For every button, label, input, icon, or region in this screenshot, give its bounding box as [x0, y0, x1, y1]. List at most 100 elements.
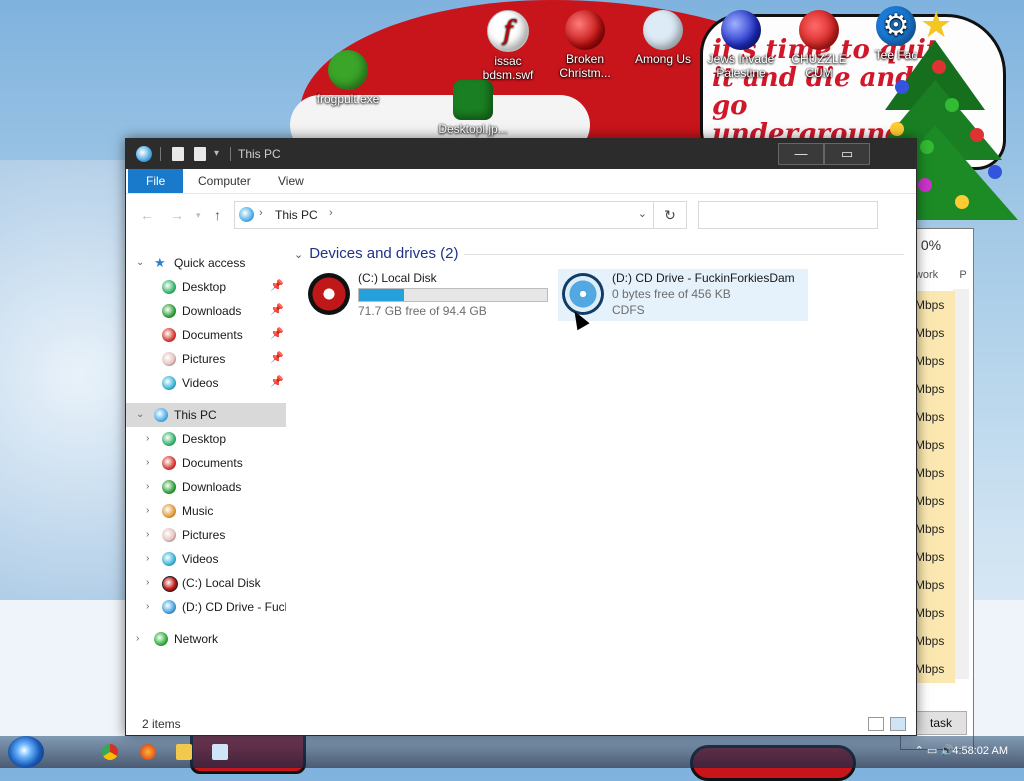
nav-quick-downloads[interactable]: Downloads 📌: [126, 299, 286, 323]
file-explorer-icon[interactable]: [176, 744, 192, 760]
chevron-right-icon[interactable]: ›: [146, 595, 149, 619]
desktop-icon-among-us[interactable]: Among Us: [625, 10, 701, 66]
christmas-tree-icon: [453, 80, 493, 120]
minimize-button[interactable]: —: [778, 143, 824, 165]
address-bar[interactable]: › This PC › ⌄: [234, 201, 654, 229]
chevron-right-icon[interactable]: ›: [146, 499, 149, 523]
nav-quick-pictures[interactable]: Pictures 📌: [126, 347, 286, 371]
nav-pc-videos[interactable]: › Videos: [126, 547, 286, 571]
end-task-button[interactable]: task: [915, 711, 967, 735]
file-explorer-window[interactable]: ▾ This PC — ▭ File Computer View ← → ▾ ↑…: [125, 138, 917, 736]
navigation-bar: ← → ▾ ↑ › This PC › ⌄ ↻: [126, 193, 916, 235]
downloads-icon: [162, 480, 176, 494]
search-input[interactable]: [698, 201, 878, 229]
chrome-icon[interactable]: [102, 744, 118, 760]
network-cell: Mbps: [915, 319, 955, 347]
desktop-icon-jews-invade[interactable]: Jews Invade Palestine: [703, 10, 779, 80]
large-icons-view-button[interactable]: [890, 717, 906, 731]
nav-label: Music: [182, 504, 214, 518]
cd-drive-icon: [162, 600, 176, 614]
system-tray[interactable]: ⌃ ▭ 🔊: [915, 744, 954, 757]
drive-space-text: 71.7 GB free of 94.4 GB: [358, 304, 487, 318]
drive-c-tile[interactable]: (C:) Local Disk 71.7 GB free of 94.4 GB: [304, 269, 554, 321]
properties-icon[interactable]: [172, 147, 184, 161]
tab-view[interactable]: View: [266, 169, 316, 193]
desktop-icon-broken-christmas[interactable]: Broken Christm...: [547, 10, 623, 80]
forward-button[interactable]: →: [170, 207, 184, 223]
nav-pc-local-disk[interactable]: › (C:) Local Disk: [126, 571, 286, 595]
cd-drive-icon: [562, 273, 604, 315]
blue-ornament-icon: [721, 10, 761, 50]
videos-icon: [162, 552, 176, 566]
drive-name: (D:) CD Drive - FuckinForkiesDam: [612, 271, 795, 285]
desktop-icon-label: Desktopl.jp...: [438, 122, 508, 136]
chevron-right-icon[interactable]: ›: [259, 207, 263, 219]
start-button[interactable]: [8, 736, 44, 768]
divider: [160, 147, 161, 161]
chevron-right-icon[interactable]: ›: [136, 627, 139, 651]
nav-label: (D:) CD Drive - Fuck: [182, 600, 286, 614]
nav-pc-downloads[interactable]: › Downloads: [126, 475, 286, 499]
task-manager-icon[interactable]: [212, 744, 228, 760]
chevron-right-icon[interactable]: ›: [146, 451, 149, 475]
recent-locations-button[interactable]: ▾: [196, 210, 201, 221]
chevron-right-icon[interactable]: ›: [329, 207, 333, 219]
pin-icon: 📌: [270, 304, 284, 316]
nav-quick-videos[interactable]: Videos 📌: [126, 371, 286, 395]
chevron-right-icon[interactable]: ›: [146, 427, 149, 451]
up-button[interactable]: ↑: [214, 207, 221, 223]
chevron-down-icon[interactable]: ⌄: [136, 251, 144, 275]
nav-network[interactable]: › Network: [126, 627, 286, 651]
nav-pc-desktop[interactable]: › Desktop: [126, 427, 286, 451]
drive-usage-fill: [359, 289, 405, 301]
nav-quick-desktop[interactable]: Desktop 📌: [126, 275, 286, 299]
tab-computer[interactable]: Computer: [186, 169, 263, 193]
group-header[interactable]: ⌄ Devices and drives (2): [294, 245, 458, 262]
new-folder-icon[interactable]: [194, 147, 206, 161]
nav-label: Quick access: [174, 256, 246, 270]
chevron-right-icon[interactable]: ›: [146, 523, 149, 547]
nav-pc-cd-drive[interactable]: › (D:) CD Drive - Fuck: [126, 595, 286, 619]
network-cell: Mbps: [915, 291, 955, 319]
back-button[interactable]: ←: [140, 207, 154, 223]
chevron-right-icon[interactable]: ›: [146, 547, 149, 571]
breadcrumb-this-pc[interactable]: This PC: [275, 208, 318, 222]
content-pane: ⌄ Devices and drives (2) (C:) Local Disk …: [286, 235, 916, 713]
nav-quick-access[interactable]: ⌄ ★ Quick access: [126, 251, 286, 275]
nav-pc-music[interactable]: › Music: [126, 499, 286, 523]
clock[interactable]: 4:58:02 AM: [952, 745, 1008, 757]
local-disk-icon: [162, 576, 178, 592]
details-view-button[interactable]: [868, 717, 884, 731]
desktop-icon-chuzzle[interactable]: CHUZZLE CUM: [781, 10, 857, 80]
title-bar[interactable]: ▾ This PC — ▭: [126, 139, 916, 169]
maximize-button[interactable]: ▭: [824, 143, 870, 165]
chevron-down-icon[interactable]: ⌄: [294, 249, 303, 261]
chevron-down-icon[interactable]: ▾: [214, 148, 219, 159]
scrollbar[interactable]: [953, 289, 969, 679]
firefox-icon[interactable]: [140, 744, 156, 760]
chevron-down-icon[interactable]: ⌄: [136, 403, 144, 427]
downloads-icon: [162, 304, 176, 318]
drive-usage-bar: [358, 288, 548, 302]
chevron-down-icon[interactable]: ⌄: [638, 207, 647, 220]
refresh-button[interactable]: ↻: [653, 201, 687, 229]
desktop-icon-issac[interactable]: f issac bdsm.swf: [470, 10, 546, 82]
desktop-icon: [162, 280, 176, 294]
nav-pc-documents[interactable]: › Documents: [126, 451, 286, 475]
nav-this-pc[interactable]: ⌄ This PC: [126, 403, 286, 427]
desktop-icon-label: Among Us: [634, 52, 692, 66]
desktop-icon-desktopl[interactable]: Desktopl.jp...: [435, 80, 511, 136]
documents-icon: [162, 456, 176, 470]
nav-label: Downloads: [182, 480, 242, 494]
among-us-icon: [643, 10, 683, 50]
desktop-icon-label: Jews Invade Palestine: [707, 52, 775, 80]
network-cell: Mbps: [915, 403, 955, 431]
drive-d-tile[interactable]: (D:) CD Drive - FuckinForkiesDam 0 bytes…: [558, 269, 808, 321]
desktop-icon-frogpult[interactable]: frogpult.exe: [310, 50, 386, 106]
chevron-right-icon[interactable]: ›: [146, 571, 149, 595]
nav-label: Videos: [182, 552, 219, 566]
nav-pc-pictures[interactable]: › Pictures: [126, 523, 286, 547]
chevron-right-icon[interactable]: ›: [146, 475, 149, 499]
tab-file[interactable]: File: [128, 169, 184, 193]
nav-quick-documents[interactable]: Documents 📌: [126, 323, 286, 347]
